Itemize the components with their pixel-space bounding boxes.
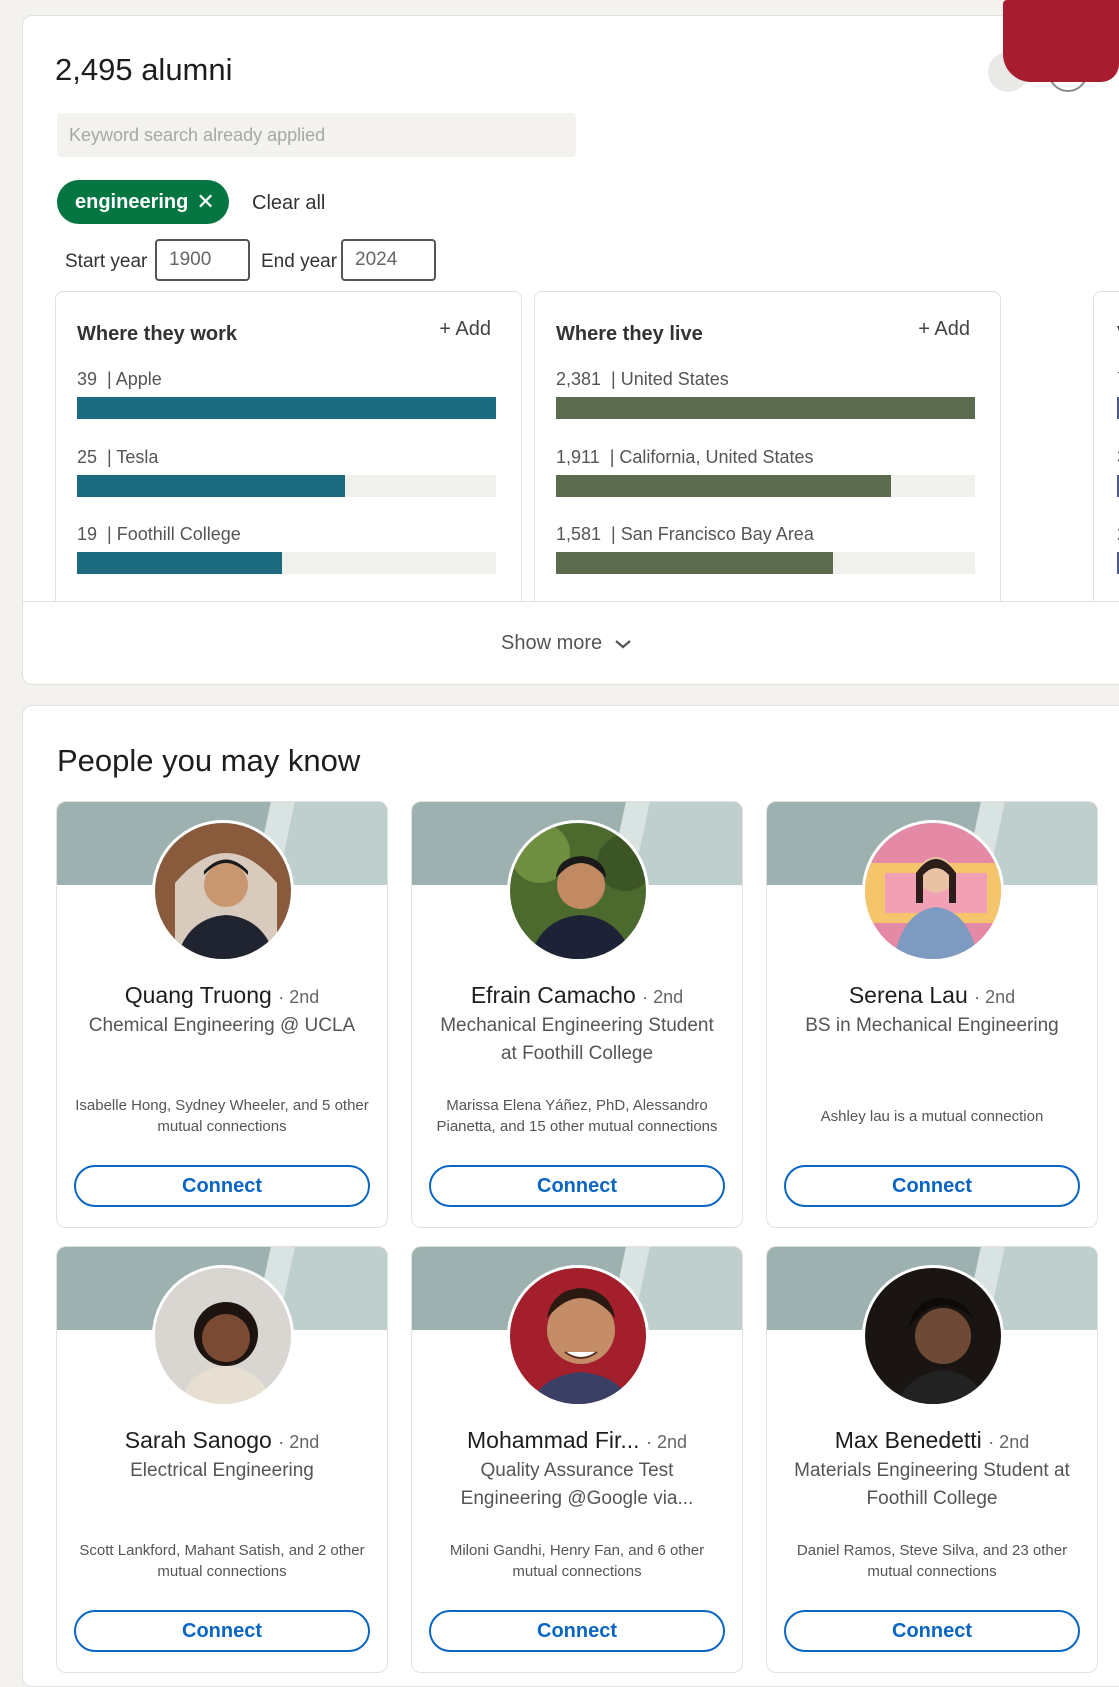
person-card[interactable]: Mohammad Fir... · 2nd Quality Assurance … <box>411 1246 743 1673</box>
alumni-card: 2,495 alumni Keyword search already appl… <box>22 15 1119 685</box>
third-panel-partial: V 7 3 2 <box>1093 291 1119 613</box>
connect-button[interactable]: Connect <box>429 1165 725 1207</box>
end-year-input[interactable]: 2024 <box>341 239 436 281</box>
connect-button[interactable]: Connect <box>784 1610 1080 1652</box>
mutual-connections: Scott Lankford, Mahant Satish, and 2 oth… <box>79 1542 365 1580</box>
person-name[interactable]: Mohammad Fir... · 2nd <box>412 1427 742 1454</box>
bar-track[interactable] <box>77 475 496 497</box>
panel-title: Where they work <box>77 323 238 345</box>
add-location-button[interactable]: + Add <box>918 318 970 341</box>
bar-track[interactable] <box>556 397 975 419</box>
bar-label[interactable]: 2,381 | United States <box>556 369 729 390</box>
keyword-search-input[interactable]: Keyword search already applied <box>57 113 576 157</box>
where-they-live-panel: Where they live + Add 2,381 | United Sta… <box>534 291 1001 613</box>
mutual-connections: Miloni Gandhi, Henry Fan, and 6 other mu… <box>449 1542 705 1580</box>
panel-title: Where they live <box>556 323 703 345</box>
bar-track[interactable] <box>77 397 496 419</box>
mutual-connections: Ashley lau is a mutual connection <box>820 1107 1044 1125</box>
person-name[interactable]: Max Benedetti · 2nd <box>767 1427 1097 1454</box>
person-name[interactable]: Serena Lau · 2nd <box>767 982 1097 1009</box>
alumni-count-title: 2,495 alumni <box>55 52 233 87</box>
avatar[interactable] <box>507 820 649 962</box>
end-year-label: End year <box>261 251 338 272</box>
section-title: People you may know <box>57 743 361 778</box>
connect-button[interactable]: Connect <box>74 1610 370 1652</box>
person-card[interactable]: Efrain Camacho · 2nd Mechanical Engineer… <box>411 801 743 1228</box>
bar-fill <box>77 552 283 574</box>
filter-chip-label: engineering <box>75 191 189 213</box>
bar-track[interactable] <box>556 475 975 497</box>
chevron-down-icon <box>615 639 631 649</box>
avatar[interactable] <box>152 820 294 962</box>
person-name[interactable]: Efrain Camacho · 2nd <box>412 982 742 1009</box>
bar-fill <box>556 475 892 497</box>
person-card[interactable]: Sarah Sanogo · 2nd Electrical Engineerin… <box>56 1246 388 1673</box>
clear-all-button[interactable]: Clear all <box>252 192 325 215</box>
where-they-work-panel: Where they work + Add 39 | Apple 25 | Te… <box>55 291 522 613</box>
red-overlay-shape <box>1003 0 1119 82</box>
bar-fill <box>77 397 496 419</box>
show-more-button[interactable]: Show more <box>501 632 632 655</box>
avatar[interactable] <box>862 1265 1004 1407</box>
plus-icon: + <box>439 318 451 340</box>
bar-label[interactable]: 25 | Tesla <box>77 447 158 468</box>
start-year-input[interactable]: 1900 <box>155 239 250 281</box>
avatar[interactable] <box>507 1265 649 1407</box>
person-headline: Materials Engineering Student at Foothil… <box>794 1460 1070 1509</box>
add-company-button[interactable]: + Add <box>439 318 491 341</box>
bar-fill <box>556 397 975 419</box>
bar-fill <box>77 475 346 497</box>
mutual-connections: Isabelle Hong, Sydney Wheeler, and 5 oth… <box>75 1097 369 1135</box>
person-card[interactable]: Serena Lau · 2nd BS in Mechanical Engine… <box>766 801 1098 1228</box>
avatar[interactable] <box>152 1265 294 1407</box>
connect-button[interactable]: Connect <box>429 1610 725 1652</box>
bar-track[interactable] <box>556 552 975 574</box>
close-icon[interactable]: ✕ <box>196 180 214 224</box>
person-headline: Chemical Engineering @ UCLA <box>88 1015 356 1036</box>
bar-label[interactable]: 39 | Apple <box>77 369 162 390</box>
bar-label[interactable]: 1,911 | California, United States <box>556 447 814 468</box>
show-more-row: Show more <box>23 601 1119 684</box>
bar-label[interactable]: 1,581 | San Francisco Bay Area <box>556 524 814 545</box>
person-headline: Mechanical Engineering Student at Foothi… <box>440 1015 714 1064</box>
person-name[interactable]: Sarah Sanogo · 2nd <box>57 1427 387 1454</box>
connect-button[interactable]: Connect <box>784 1165 1080 1207</box>
connect-button[interactable]: Connect <box>74 1165 370 1207</box>
person-headline: Electrical Engineering <box>130 1460 314 1481</box>
person-headline: Quality Assurance Test Engineering @Goog… <box>460 1460 694 1509</box>
mutual-connections: Marissa Elena Yáñez, PhD, Alessandro Pia… <box>436 1097 718 1135</box>
mutual-connections: Daniel Ramos, Steve Silva, and 23 other … <box>796 1542 1068 1580</box>
bar-label[interactable]: 19 | Foothill College <box>77 524 241 545</box>
person-headline: BS in Mechanical Engineering <box>805 1015 1059 1036</box>
plus-icon: + <box>918 318 930 340</box>
avatar[interactable] <box>862 820 1004 962</box>
bar-fill <box>556 552 833 574</box>
person-name[interactable]: Quang Truong · 2nd <box>57 982 387 1009</box>
person-card[interactable]: Quang Truong · 2nd Chemical Engineering … <box>56 801 388 1228</box>
start-year-label: Start year <box>65 251 148 272</box>
people-you-may-know-card: People you may know Quang Truong · 2nd C… <box>22 705 1119 1687</box>
filter-chip-engineering[interactable]: engineering ✕ <box>57 180 229 224</box>
person-card[interactable]: Max Benedetti · 2nd Materials Engineerin… <box>766 1246 1098 1673</box>
bar-track[interactable] <box>77 552 496 574</box>
